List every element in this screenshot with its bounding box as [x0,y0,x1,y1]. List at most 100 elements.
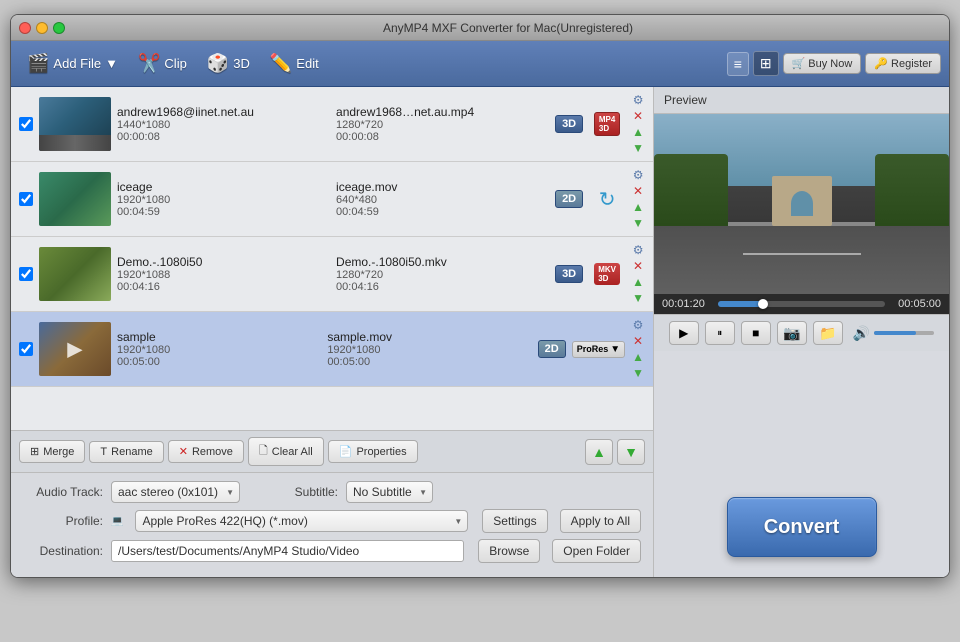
row-settings-button-4[interactable]: ⚙ [631,318,645,332]
row-down-button-4[interactable]: ▼ [631,366,645,380]
maximize-window-button[interactable] [53,22,65,34]
remove-button[interactable]: ✕ Remove [168,440,244,463]
row-settings-button-2[interactable]: ⚙ [631,168,645,182]
clear-all-button[interactable]: 🗋 Clear All [248,437,324,466]
table-row: andrew1968@iinet.net.au 1440*1080 00:00:… [11,87,653,162]
arc-arch [791,191,813,216]
file-thumbnail-1 [39,97,111,151]
preview-progress-bar[interactable] [718,301,885,307]
row-up-button-4[interactable]: ▲ [631,350,645,364]
file-checkbox-3[interactable] [19,267,33,281]
audio-track-label: Audio Track: [23,485,103,499]
subtitle-select[interactable]: No Subtitle [346,481,433,503]
clip-button[interactable]: ✂️ Clip [130,49,195,78]
stop-button[interactable]: ■ [741,321,771,345]
move-down-button[interactable]: ▼ [617,439,645,465]
file-checkbox-4[interactable] [19,342,33,356]
row-delete-button-3[interactable]: ✕ [631,259,645,273]
open-folder-preview-button[interactable]: 📁 [813,321,843,345]
row-actions-1: ⚙ ✕ ▲ ▼ [631,93,645,155]
file-info-1: andrew1968@iinet.net.au 1440*1080 00:00:… [117,105,330,143]
play-button[interactable]: ▶ [669,321,699,345]
file-info-2: iceage 1920*1080 00:04:59 [117,180,330,218]
traffic-lights [19,22,65,34]
file-checkbox-2[interactable] [19,192,33,206]
dim-badge-3: 3D [555,265,583,283]
file-info-3: Demo.-.1080i50 1920*1088 00:04:16 [117,255,330,293]
edit-icon: ✏️ [270,53,292,74]
row-actions-2: ⚙ ✕ ▲ ▼ [631,168,645,230]
preview-total-time: 00:05:00 [891,298,941,310]
move-up-button[interactable]: ▲ [585,439,613,465]
file-checkbox-1[interactable] [19,117,33,131]
row-up-button-1[interactable]: ▲ [631,125,645,139]
file-info-4: sample 1920*1080 00:05:00 [117,330,321,368]
audio-track-select-wrapper: aac stereo (0x101) [111,481,240,503]
preview-timeline: 00:01:20 00:05:00 [654,294,949,314]
dim-badge-4: 2D [538,340,566,358]
row-down-button-1[interactable]: ▼ [631,141,645,155]
volume-track[interactable] [874,331,934,335]
format-select-button-4[interactable]: ProRes ▼ [572,341,625,358]
buy-now-button[interactable]: 🛒 Buy Now [783,53,862,74]
table-row: iceage 1920*1080 00:04:59 iceage.mov 640… [11,162,653,237]
list-view-button[interactable]: ≡ [727,52,749,76]
row-actions-3: ⚙ ✕ ▲ ▼ [631,243,645,305]
rename-button[interactable]: T Rename [89,441,163,463]
minimize-window-button[interactable] [36,22,48,34]
row-actions-4: ⚙ ✕ ▲ ▼ [631,318,645,380]
format-badge-2: ↻ [589,181,625,217]
volume-control: 🔊 [853,325,934,342]
format-icon-1: MP43D [594,112,620,136]
preview-video [654,114,949,294]
screenshot-button[interactable]: 📷 [777,321,807,345]
3d-button[interactable]: 🎲 3D [199,49,258,78]
file-thumbnail-2 [39,172,111,226]
close-window-button[interactable] [19,22,31,34]
format-icon-3: MKV3D [594,263,620,285]
row-settings-button-1[interactable]: ⚙ [631,93,645,107]
row-down-button-2[interactable]: ▼ [631,216,645,230]
register-button[interactable]: 🔑 Register [865,53,941,74]
destination-input[interactable] [111,540,464,562]
merge-icon: ⊞ [30,445,39,458]
play-overlay-icon: ▶ [67,337,82,362]
refresh-icon: ↻ [599,187,616,212]
row-down-button-3[interactable]: ▼ [631,291,645,305]
open-folder-button[interactable]: Open Folder [552,539,641,563]
row-up-button-2[interactable]: ▲ [631,200,645,214]
destination-row: Destination: Browse Open Folder [23,539,641,563]
pause-button[interactable]: ⏸ [705,321,735,345]
row-settings-button-3[interactable]: ⚙ [631,243,645,257]
browse-button[interactable]: Browse [478,539,540,563]
format-badge-1: MP43D [589,106,625,142]
grid-view-button[interactable]: ⊞ [753,51,779,76]
row-delete-button-2[interactable]: ✕ [631,184,645,198]
preview-progress-fill [718,301,763,307]
audio-track-select[interactable]: aac stereo (0x101) [111,481,240,503]
preview-road [654,226,949,294]
properties-button[interactable]: 📄 Properties [328,440,418,463]
table-row: ▶ sample 1920*1080 00:05:00 sample.mov 1… [11,312,653,387]
row-up-button-3[interactable]: ▲ [631,275,645,289]
clear-icon: 🗋 [259,442,268,461]
format-dropdown-4: ProRes ▼ [572,341,625,358]
merge-button[interactable]: ⊞ Merge [19,440,85,463]
profile-select[interactable]: Apple ProRes 422(HQ) (*.mov) [135,510,468,532]
3d-icon: 🎲 [207,53,229,74]
dim-badge-1: 3D [555,115,583,133]
edit-button[interactable]: ✏️ Edit [262,49,327,78]
toolbar-right: ≡ ⊞ 🛒 Buy Now 🔑 Register [727,51,941,76]
format-label-4: ProRes [577,344,609,354]
row-delete-button-4[interactable]: ✕ [631,334,645,348]
main-window: AnyMP4 MXF Converter for Mac(Unregistere… [10,14,950,578]
add-file-button[interactable]: 🎬 Add File ▼ [19,49,126,78]
profile-row: Profile: 💻 Apple ProRes 422(HQ) (*.mov) … [23,509,641,533]
row-delete-button-1[interactable]: ✕ [631,109,645,123]
settings-button[interactable]: Settings [482,509,547,533]
apply-to-all-button[interactable]: Apply to All [560,509,641,533]
convert-button[interactable]: Convert [727,497,877,557]
add-file-icon: 🎬 [27,53,49,74]
window-title: AnyMP4 MXF Converter for Mac(Unregistere… [75,21,941,35]
profile-label: Profile: [23,514,103,528]
